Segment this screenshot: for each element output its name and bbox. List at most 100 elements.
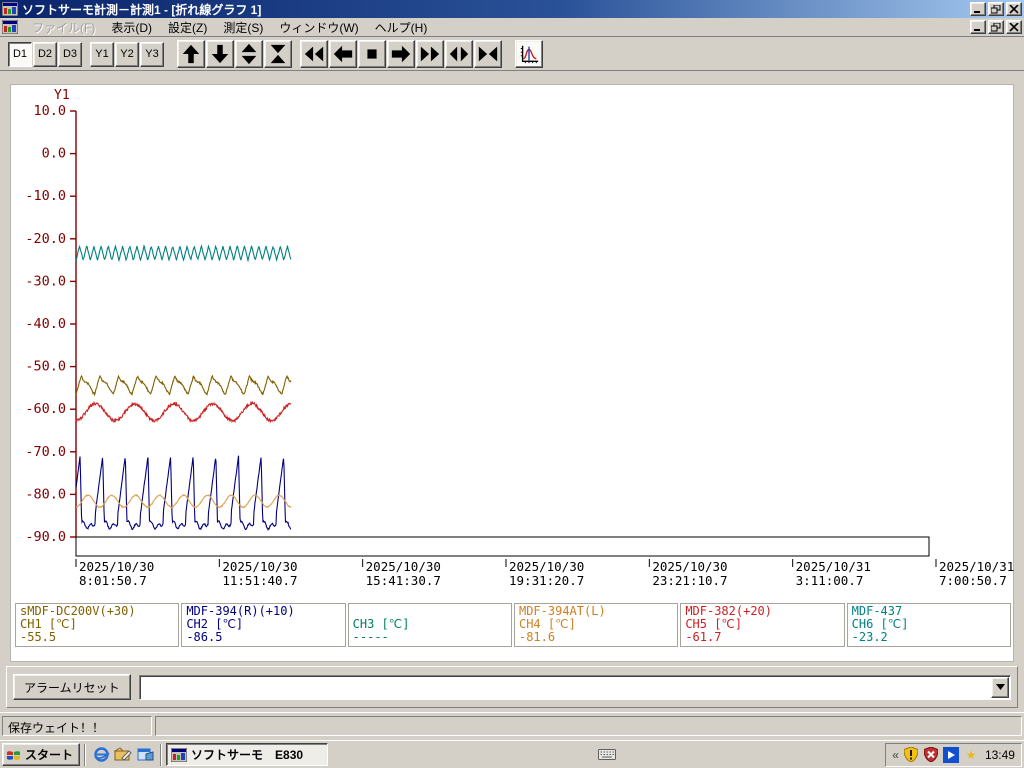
fast-rewind-button[interactable] <box>300 40 328 68</box>
toolbar-d1-button[interactable]: D1 <box>8 42 32 67</box>
document-icon[interactable] <box>2 20 18 34</box>
channel-legend: sMDF-DC200V(+30) CH1 [℃] -55.5 MDF-394(R… <box>15 603 1011 647</box>
menu-file[interactable]: ファイル(F) <box>24 17 103 38</box>
taskbar-separator <box>160 744 162 766</box>
scroll-up-button[interactable] <box>177 40 205 68</box>
svg-text:-50.0: -50.0 <box>25 359 66 375</box>
tray-media-player-icon[interactable] <box>943 747 959 763</box>
svg-text:8:01:50.7: 8:01:50.7 <box>79 573 147 588</box>
close-button[interactable] <box>1006 2 1022 16</box>
taskbar-separator <box>84 744 86 766</box>
child-restore-button[interactable] <box>988 20 1004 34</box>
alarm-panel: アラームリセット <box>6 666 1018 708</box>
line-graph-button[interactable] <box>515 40 543 68</box>
task-button-softthermo[interactable]: ソフトサーモ E830 <box>166 743 328 766</box>
menu-settings[interactable]: 設定(Z) <box>160 17 215 38</box>
start-label: スタート <box>25 746 73 763</box>
ch1-value: -55.5 <box>20 631 174 644</box>
alarm-combobox-input[interactable] <box>142 678 990 697</box>
stop-button[interactable] <box>358 40 386 68</box>
combobox-dropdown-button[interactable] <box>991 677 1009 698</box>
svg-text:2025/10/30: 2025/10/30 <box>509 559 584 574</box>
window-title: ソフトサーモ計測－計測1 - [折れ線グラフ 1] <box>22 1 968 18</box>
svg-text:-40.0: -40.0 <box>25 316 66 332</box>
line-chart: Y110.0 0.0 -10.0 -20.0 -30.0 -40.0 -50.0 -60.0 -… <box>11 85 1015 601</box>
svg-text:11:51:40.7: 11:51:40.7 <box>222 573 297 588</box>
toolbar: D1 D2 D3 Y1 Y2 Y3 <box>0 38 1024 71</box>
taskbar: スタート <box>0 740 1024 768</box>
compress-vertical-button[interactable] <box>264 40 292 68</box>
quicklaunch-outlook-icon[interactable] <box>135 745 155 765</box>
step-left-button[interactable] <box>329 40 357 68</box>
svg-text:-10.0: -10.0 <box>25 188 66 204</box>
menu-window[interactable]: ウィンドウ(W) <box>271 17 366 38</box>
toolbar-y2-button[interactable]: Y2 <box>115 42 139 67</box>
legend-ch1: sMDF-DC200V(+30) CH1 [℃] -55.5 <box>15 603 179 647</box>
expand-vertical-button[interactable] <box>235 40 263 68</box>
svg-text:-20.0: -20.0 <box>25 231 66 247</box>
svg-text:2025/10/31: 2025/10/31 <box>939 559 1014 574</box>
minimize-button[interactable] <box>970 2 986 16</box>
svg-text:-60.0: -60.0 <box>25 401 66 417</box>
toolbar-y3-button[interactable]: Y3 <box>140 42 164 67</box>
svg-text:3:11:00.7: 3:11:00.7 <box>796 573 864 588</box>
svg-text:-90.0: -90.0 <box>25 529 66 545</box>
application-window: ソフトサーモ計測－計測1 - [折れ線グラフ 1] ファイル(F) 表示(D) … <box>0 0 1024 768</box>
status-extra <box>155 716 1022 736</box>
tray-security-shield-icon[interactable] <box>923 747 939 763</box>
title-bar: ソフトサーモ計測－計測1 - [折れ線グラフ 1] <box>0 0 1024 18</box>
child-minimize-button[interactable] <box>970 20 986 34</box>
svg-text:2025/10/31: 2025/10/31 <box>796 559 871 574</box>
expand-horizontal-button[interactable] <box>445 40 473 68</box>
line-graph-panel: Y110.0 0.0 -10.0 -20.0 -30.0 -40.0 -50.0 -60.0 -… <box>10 84 1014 662</box>
keyboard-indicator[interactable] <box>594 743 620 767</box>
svg-text:10.0: 10.0 <box>33 103 66 119</box>
menu-measure[interactable]: 測定(S) <box>215 17 271 38</box>
toolbar-d2-button[interactable]: D2 <box>33 42 57 67</box>
quicklaunch-desktop-icon[interactable] <box>113 745 133 765</box>
legend-ch5: MDF-382(+20) CH5 [℃] -61.7 <box>680 603 844 647</box>
child-close-button[interactable] <box>1006 20 1022 34</box>
menu-view[interactable]: 表示(D) <box>103 17 160 38</box>
fast-forward-button[interactable] <box>416 40 444 68</box>
legend-ch2: MDF-394(R)(+10) CH2 [℃] -86.5 <box>181 603 345 647</box>
taskbar-clock: 13:49 <box>983 748 1015 762</box>
svg-text:-30.0: -30.0 <box>25 273 66 289</box>
windows-logo-icon <box>6 748 22 762</box>
tray-collapse-chevron[interactable]: « <box>892 748 899 762</box>
alarm-combobox[interactable] <box>139 675 1011 700</box>
system-tray: « ★ 13:49 <box>885 743 1022 767</box>
scroll-down-button[interactable] <box>206 40 234 68</box>
compress-horizontal-button[interactable] <box>474 40 502 68</box>
alarm-reset-button[interactable]: アラームリセット <box>13 674 131 700</box>
ch6-value: -23.2 <box>852 631 1006 644</box>
task-app-icon <box>171 748 187 762</box>
legend-ch3: CH3 [℃] ----- <box>348 603 512 647</box>
ch5-value: -61.7 <box>685 631 839 644</box>
svg-text:-70.0: -70.0 <box>25 444 66 460</box>
status-message: 保存ウェイト！！ <box>2 716 152 736</box>
toolbar-d3-button[interactable]: D3 <box>58 42 82 67</box>
ch3-value: ----- <box>353 631 507 644</box>
svg-text:0.0: 0.0 <box>42 146 66 162</box>
svg-text:-80.0: -80.0 <box>25 486 66 502</box>
tray-star-icon[interactable]: ★ <box>963 747 979 763</box>
menu-help[interactable]: ヘルプ(H) <box>367 17 436 38</box>
svg-text:2025/10/30: 2025/10/30 <box>222 559 297 574</box>
step-right-button[interactable] <box>387 40 415 68</box>
menu-bar: ファイル(F) 表示(D) 設定(Z) 測定(S) ウィンドウ(W) ヘルプ(H… <box>0 18 1024 37</box>
legend-ch6: MDF-437 CH6 [℃] -23.2 <box>847 603 1011 647</box>
ch4-value: -81.6 <box>519 631 673 644</box>
tray-warning-shield-icon[interactable] <box>903 747 919 763</box>
svg-text:23:21:10.7: 23:21:10.7 <box>652 573 727 588</box>
toolbar-y1-button[interactable]: Y1 <box>90 42 114 67</box>
start-button[interactable]: スタート <box>2 743 80 766</box>
status-bar: 保存ウェイト！！ <box>0 712 1024 740</box>
restore-button[interactable] <box>988 2 1004 16</box>
quicklaunch-ie-icon[interactable] <box>91 745 111 765</box>
svg-text:2025/10/30: 2025/10/30 <box>652 559 727 574</box>
svg-text:Y1: Y1 <box>54 88 70 103</box>
svg-text:2025/10/30: 2025/10/30 <box>79 559 154 574</box>
task-label: ソフトサーモ E830 <box>191 746 303 763</box>
ch2-value: -86.5 <box>186 631 340 644</box>
